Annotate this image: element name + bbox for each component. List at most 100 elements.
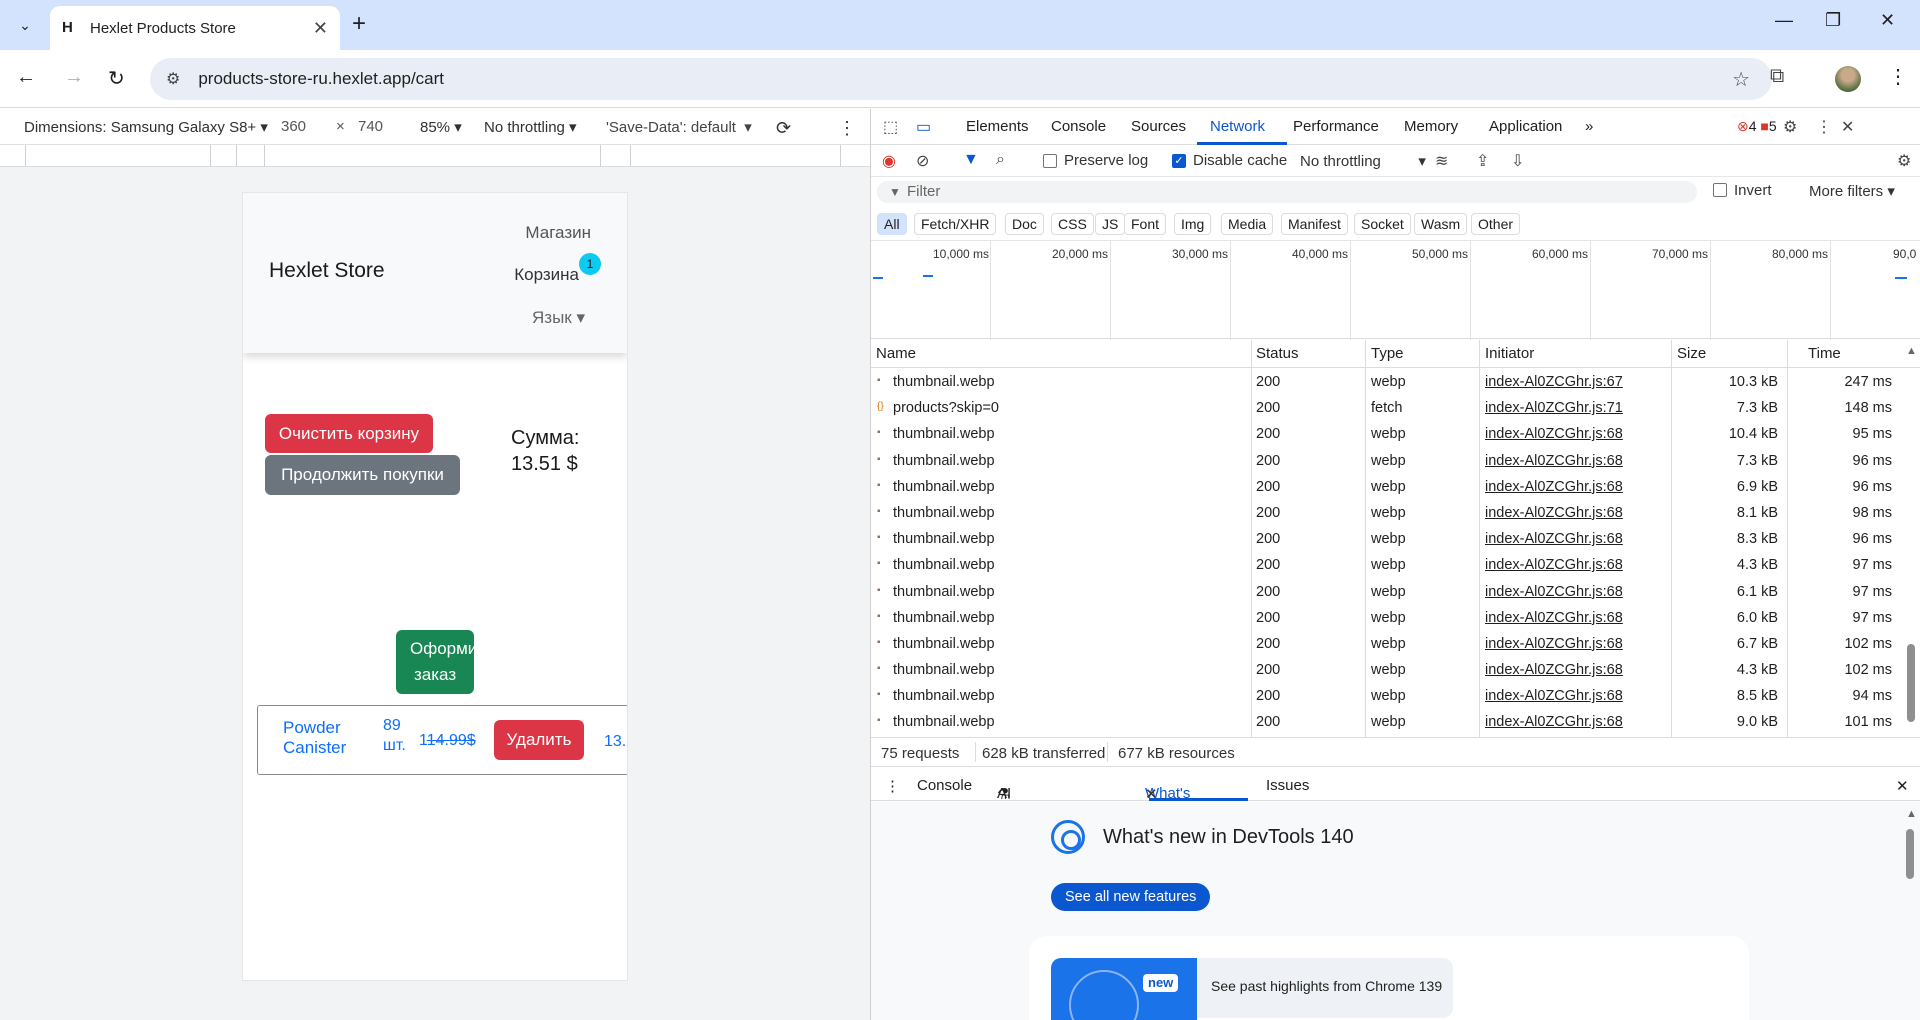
network-settings-icon[interactable]: ⚙ [1897, 151, 1911, 171]
error-counter[interactable]: ⊗4 ■5 [1737, 118, 1777, 135]
minimize-icon[interactable]: — [1775, 10, 1793, 31]
reload-icon[interactable]: ↻ [108, 66, 125, 91]
col-initiator[interactable]: Initiator [1485, 345, 1534, 362]
request-initiator[interactable]: index-Al0ZCGhr.js:68 [1485, 714, 1623, 730]
product-name-link[interactable]: Powder Canister [283, 718, 346, 758]
export-har-icon[interactable]: ⇩ [1511, 151, 1524, 171]
requests-scrollbar-thumb[interactable] [1907, 644, 1915, 722]
filter-socket[interactable]: Socket [1354, 213, 1411, 235]
filter-css[interactable]: CSS [1051, 213, 1094, 235]
network-conditions-icon[interactable]: ≋ [1435, 151, 1448, 171]
col-size[interactable]: Size [1677, 345, 1706, 362]
brand-logo[interactable]: Hexlet Store [269, 259, 385, 283]
forward-icon[interactable]: → [64, 66, 84, 89]
tab-memory[interactable]: Memory [1404, 118, 1458, 135]
request-initiator[interactable]: index-Al0ZCGhr.js:68 [1485, 636, 1623, 652]
tab-network[interactable]: Network [1210, 118, 1265, 135]
request-initiator[interactable]: index-Al0ZCGhr.js:68 [1485, 479, 1623, 495]
filter-fetch-xhr[interactable]: Fetch/XHR [914, 213, 997, 235]
device-toggle-icon[interactable]: ▭ [916, 117, 931, 137]
filter-media[interactable]: Media [1221, 213, 1274, 235]
network-throttling-select[interactable]: No throttling ▾ [1300, 152, 1426, 170]
filter-manifest[interactable]: Manifest [1281, 213, 1348, 235]
preserve-log-checkbox[interactable] [1043, 154, 1057, 168]
tab-search-icon[interactable]: ⌄ [10, 10, 40, 40]
close-window-icon[interactable]: ✕ [1880, 10, 1895, 31]
drawer-tab-issues[interactable]: Issues [1266, 777, 1309, 794]
filter-other[interactable]: Other [1471, 213, 1521, 235]
drawer-tab-console[interactable]: Console [917, 777, 972, 794]
col-type[interactable]: Type [1371, 345, 1404, 362]
request-initiator[interactable]: index-Al0ZCGhr.js:68 [1485, 505, 1623, 521]
close-tab-icon[interactable]: ✕ [313, 18, 328, 39]
table-row[interactable]: ▪ thumbnail.webp 200 webp index-Al0ZCGhr.js:… [871, 552, 1911, 578]
delete-item-button[interactable]: Удалить [494, 720, 584, 760]
height-input[interactable]: 740 [358, 118, 383, 135]
col-status[interactable]: Status [1256, 345, 1299, 362]
col-name[interactable]: Name [876, 345, 916, 362]
filter-img[interactable]: Img [1174, 213, 1212, 235]
import-har-icon[interactable]: ⇪ [1476, 151, 1489, 171]
request-initiator[interactable]: index-Al0ZCGhr.js:68 [1485, 531, 1623, 547]
checkout-button[interactable]: Оформить заказ [396, 630, 474, 694]
tab-sources[interactable]: Sources [1131, 118, 1186, 135]
disable-cache-checkbox[interactable]: ✓ [1172, 154, 1186, 168]
more-tabs-icon[interactable]: » [1585, 118, 1593, 135]
restore-icon[interactable]: ❐ [1825, 10, 1841, 31]
tab-application[interactable]: Application [1489, 118, 1562, 135]
invert-checkbox[interactable] [1713, 183, 1727, 197]
table-row[interactable]: ▪ thumbnail.webp 200 webp index-Al0ZCGhr.js:… [871, 474, 1911, 500]
language-dropdown[interactable]: Язык ▾ [532, 308, 585, 328]
col-time[interactable]: Time [1808, 345, 1841, 362]
filter-font[interactable]: Font [1124, 213, 1167, 235]
request-initiator[interactable]: index-Al0ZCGhr.js:68 [1485, 426, 1623, 442]
scroll-up-icon[interactable]: ▲ [1906, 345, 1917, 357]
tab-elements[interactable]: Elements [966, 118, 1029, 135]
zoom-select[interactable]: 85% ▾ [420, 118, 462, 136]
request-initiator[interactable]: index-Al0ZCGhr.js:68 [1485, 453, 1623, 469]
nav-shop-link[interactable]: Магазин [525, 223, 591, 243]
filter-all[interactable]: All [877, 213, 907, 235]
close-drawer-icon[interactable]: ✕ [1896, 777, 1909, 795]
table-row[interactable]: ▪ thumbnail.webp 200 webp index-Al0ZCGhr.js:… [871, 500, 1911, 526]
drawer-menu-icon[interactable]: ⋮ [885, 777, 900, 795]
request-initiator[interactable]: index-Al0ZCGhr.js:71 [1485, 400, 1623, 416]
tab-console[interactable]: Console [1051, 118, 1106, 135]
drawer-scroll-up-icon[interactable]: ▲ [1906, 808, 1917, 820]
request-initiator[interactable]: index-Al0ZCGhr.js:68 [1485, 662, 1623, 678]
width-input[interactable]: 360 [281, 118, 306, 135]
profile-avatar[interactable] [1835, 66, 1861, 92]
table-row[interactable]: ▪ thumbnail.webp 200 webp index-Al0ZCGhr.js:… [871, 369, 1911, 395]
site-info-icon[interactable]: ⚙ [166, 69, 180, 89]
extensions-icon[interactable]: ⧉ [1770, 65, 1784, 88]
more-filters-dropdown[interactable]: More filters ▾ [1809, 182, 1895, 200]
nav-cart-link[interactable]: Корзина [514, 265, 579, 285]
table-row[interactable]: ▪ thumbnail.webp 200 webp index-Al0ZCGhr.js:… [871, 421, 1911, 447]
filter-funnel-icon[interactable]: ▼ [963, 151, 979, 169]
filter-js[interactable]: JS [1095, 213, 1126, 235]
table-row[interactable]: ▪ thumbnail.webp 200 webp index-Al0ZCGhr.js:… [871, 605, 1911, 631]
table-row[interactable]: ▪ thumbnail.webp 200 webp index-Al0ZCGhr.js:… [871, 526, 1911, 552]
new-tab-icon[interactable]: + [352, 10, 366, 38]
search-icon[interactable]: ⌕ [996, 151, 1005, 169]
table-row[interactable]: ▪ thumbnail.webp 200 webp index-Al0ZCGhr.js:… [871, 631, 1911, 657]
close-devtools-icon[interactable]: ✕ [1841, 117, 1854, 137]
record-icon[interactable]: ◉ [882, 151, 896, 171]
drawer-scrollbar-thumb[interactable] [1906, 829, 1914, 879]
bookmark-star-icon[interactable]: ☆ [1732, 67, 1750, 92]
inspect-element-icon[interactable]: ⬚ [883, 117, 898, 137]
save-data-select[interactable]: 'Save-Data': default ▾ [606, 118, 752, 136]
request-initiator[interactable]: index-Al0ZCGhr.js:68 [1485, 610, 1623, 626]
tab-performance[interactable]: Performance [1293, 118, 1379, 135]
device-more-icon[interactable]: ⋮ [838, 118, 856, 139]
table-row[interactable]: ▪ thumbnail.webp 200 webp index-Al0ZCGhr.js:… [871, 579, 1911, 605]
rotate-icon[interactable]: ⟳ [776, 118, 791, 139]
table-row[interactable]: ▪ thumbnail.webp 200 webp index-Al0ZCGhr.js:… [871, 683, 1911, 709]
browser-tab[interactable]: Н Hexlet Products Store ✕ [50, 6, 340, 50]
table-row[interactable]: ▪ thumbnail.webp 200 webp index-Al0ZCGhr.js:… [871, 709, 1911, 735]
table-row[interactable]: {} products?skip=0 200 fetch index-Al0ZCGhr.… [871, 395, 1911, 421]
device-select[interactable]: Dimensions: Samsung Galaxy S8+ ▾ [24, 118, 268, 136]
filter-input[interactable]: ▼ Filter [877, 181, 1697, 203]
settings-gear-icon[interactable]: ⚙ [1783, 117, 1797, 137]
request-initiator[interactable]: index-Al0ZCGhr.js:68 [1485, 557, 1623, 573]
